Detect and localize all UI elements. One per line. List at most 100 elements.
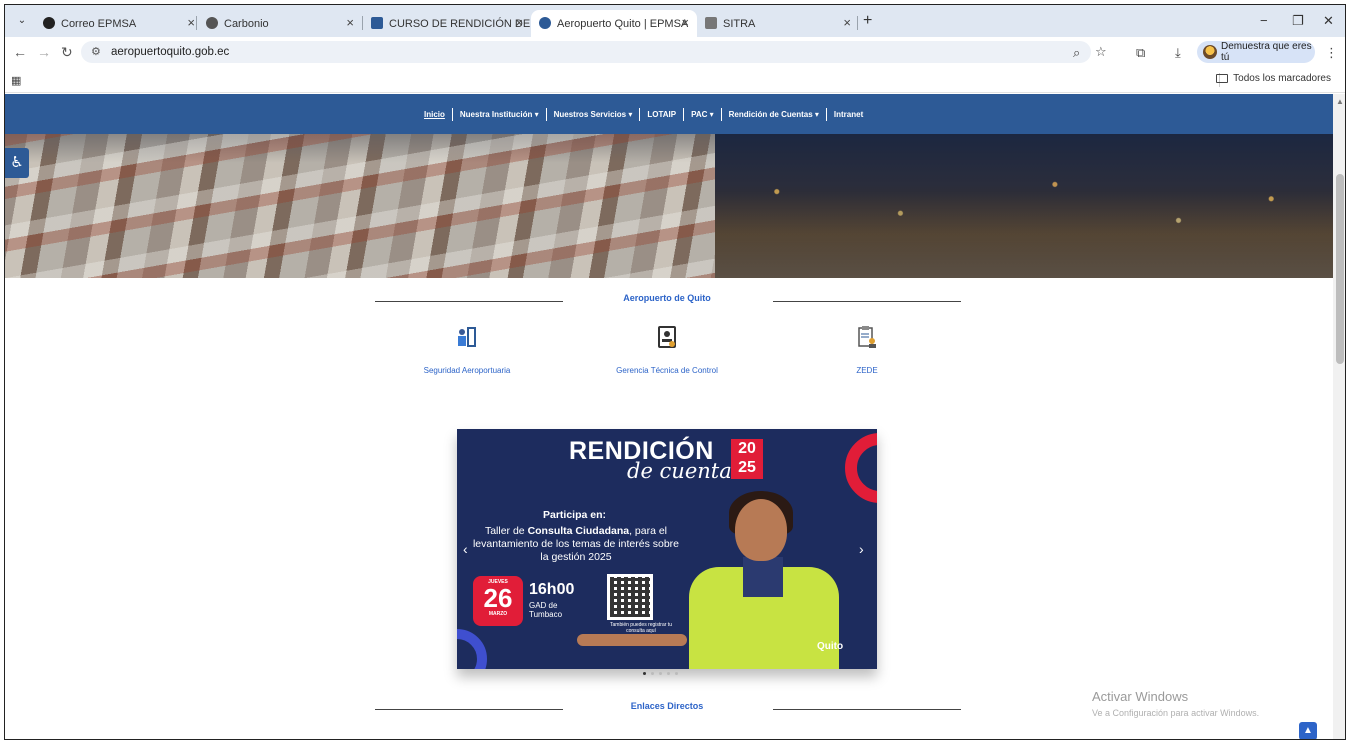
forward-arrow-icon[interactable]: → [37,44,51,60]
tab-search-dropdown-icon[interactable]: ⌄ [13,12,31,30]
nav-lotaip[interactable]: LOTAIP [640,110,683,119]
tab-title: Carbonio [224,17,269,30]
carousel-slide-banner[interactable]: RENDICIÓN de cuentas 20 25 Participa en: … [457,429,877,669]
nav-rendicion-de-cuentas[interactable]: Rendición de Cuentas ▾ [722,110,826,119]
site-settings-icon[interactable]: ⚙ [91,45,101,58]
page-scrollbar[interactable]: ▲ [1333,94,1345,739]
banner-place: GAD de Tumbaco [529,601,563,619]
nav-inicio[interactable]: Inicio [417,110,452,119]
tab-carbonio[interactable]: Carbonio × [198,10,362,37]
date-day: 26 [483,583,513,613]
nav-nuestros-servicios[interactable]: Nuestros Servicios ▾ [547,110,640,119]
carousel-dot[interactable] [675,672,678,675]
section-divider [375,709,563,710]
url-text[interactable]: aeropuertoquito.gob.ec [111,46,229,58]
quito-logo: Quito [817,641,844,652]
windows-activation-text: Ve a Configuración para activar Windows. [1092,708,1260,718]
clipboard-user-icon [857,326,877,348]
restore-button[interactable]: ❐ [1292,13,1304,29]
mail-favicon-icon [43,17,55,29]
document-favicon-icon [705,17,717,29]
profile-label: Demuestra que eres tú [1221,41,1312,63]
banner-hand [577,634,687,646]
banner-qr-note: También puedes registrar tu consulta aqu… [610,622,672,634]
tab-title: Correo EPMSA [61,17,137,30]
chevron-down-icon: ▾ [534,110,539,119]
extensions-icon[interactable]: ⧉ [1136,45,1145,61]
nav-label: Rendición de Cuentas [728,110,813,119]
section-title-enlaces: Enlaces Directos [630,701,704,711]
scrollbar-thumb[interactable] [1336,174,1344,364]
carousel-next-icon[interactable]: › [859,541,864,557]
nav-nuestra-institucion[interactable]: Nuestra Institución ▾ [453,110,546,119]
close-window-button[interactable]: ✕ [1323,13,1334,29]
section-divider [773,709,961,710]
decorative-ring [845,433,877,503]
zoom-icon[interactable]: ⌕ [1073,45,1080,61]
site-main-nav: Inicio Nuestra Institución ▾ Nuestros Se… [5,94,1333,134]
tab-divider [196,16,197,30]
feature-seguridad[interactable]: Seguridad Aeroportuaria [387,326,547,375]
qr-code-icon [607,574,653,620]
carousel-prev-icon[interactable]: ‹ [463,541,468,557]
globe-favicon-icon [206,17,218,29]
nav-intranet[interactable]: Intranet [827,110,870,119]
menu-kebab-icon[interactable]: ⋮ [1325,45,1338,61]
folder-icon [1216,74,1229,83]
apps-grid-icon[interactable]: ▦ [11,74,21,87]
chevron-down-icon: ▾ [628,110,633,119]
close-tab-icon[interactable]: × [681,15,689,30]
feature-gerencia[interactable]: Gerencia Técnica de Control [587,326,747,375]
carousel-dot[interactable] [667,672,670,675]
scroll-to-top-button[interactable]: ▲ [1299,722,1317,739]
carousel-dot[interactable] [659,672,662,675]
profile-chip[interactable]: Demuestra que eres tú [1197,41,1315,63]
carousel-dots [643,672,678,675]
banner-subtitle: de cuentas [627,459,743,483]
banner-description: Taller de Consulta Ciudadana, para el le… [469,525,683,564]
new-tab-button[interactable]: + [863,12,872,30]
scroll-up-icon[interactable]: ▲ [1336,97,1344,106]
bookmark-star-icon[interactable]: ☆ [1095,44,1107,60]
date-month: MARZO [488,611,508,617]
web-page: Inicio Nuestra Institución ▾ Nuestros Se… [5,94,1333,739]
carousel-dot[interactable] [643,672,646,675]
hero-city-image [5,134,1333,278]
section-divider [375,301,563,302]
wordpress-favicon-icon [539,17,551,29]
close-tab-icon[interactable]: × [187,15,195,30]
back-arrow-icon[interactable]: ← [13,44,27,60]
browser-toolbar: ← → ↻ ⚙ aeropuertoquito.gob.ec ⌕ ☆ ⧉ ⤓ D… [5,37,1345,67]
nav-label: PAC [691,110,708,119]
year-bottom: 25 [738,459,756,476]
minimize-button[interactable]: − [1260,13,1268,28]
all-bookmarks-folder[interactable]: Todos los marcadores [1216,73,1331,84]
city-day-photo [5,134,715,278]
carousel-dot[interactable] [651,672,654,675]
desc-bold: Consulta Ciudadana [527,525,630,537]
tab-curso[interactable]: CURSO DE RENDICIÓN DE CUE × [363,10,556,37]
banner-date-badge: JUEVES 26 MARZO [473,576,523,626]
tab-divider [857,16,858,30]
windows-activation-title: Activar Windows [1092,689,1189,704]
desc-prefix: Taller de [484,525,528,537]
tab-title: SITRA [723,17,756,30]
nav-pac[interactable]: PAC ▾ [684,110,721,119]
close-tab-icon[interactable]: × [515,15,523,30]
close-tab-icon[interactable]: × [843,15,851,30]
reload-icon[interactable]: ↻ [61,44,73,61]
security-person-icon [457,326,477,348]
tab-strip: ⌄ Correo EPMSA × Carbonio × CURSO DE REN… [5,5,1345,37]
tab-sitra[interactable]: SITRA × [697,10,859,37]
feature-zede[interactable]: ZEDE [787,326,947,375]
address-bar[interactable]: ⚙ aeropuertoquito.gob.ec ⌕ ☆ [81,41,1107,63]
tab-correo[interactable]: Correo EPMSA × [35,10,203,37]
accessibility-icon[interactable]: ♿ [5,148,29,178]
banner-time: 16h00 [529,581,575,598]
tab-aeropuerto[interactable]: Aeropuerto Quito | EPMSA × [531,10,697,37]
close-tab-icon[interactable]: × [346,15,354,30]
section-divider [773,301,961,302]
download-icon[interactable]: ⤓ [1175,45,1181,61]
folder-label: Todos los marcadores [1233,73,1331,84]
feature-label: Seguridad Aeroportuaria [423,366,511,375]
